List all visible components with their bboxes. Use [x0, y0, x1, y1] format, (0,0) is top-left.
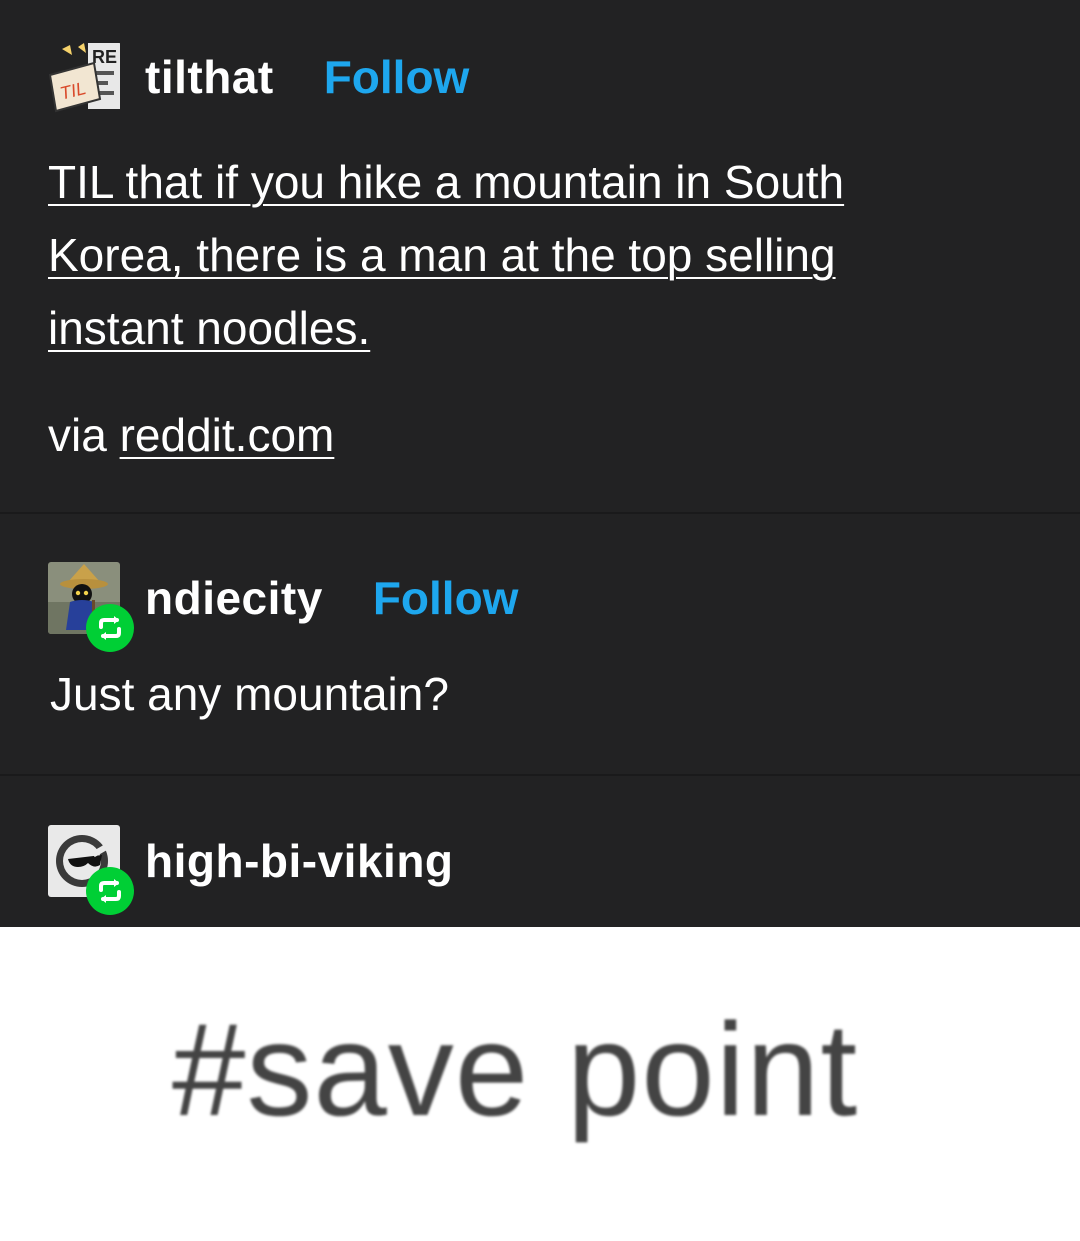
post-body: Just any mountain? [50, 668, 449, 720]
post-header: RE TIL tilthat Follow [48, 41, 469, 113]
avatar-container[interactable] [48, 825, 134, 915]
via-source: via reddit.com [48, 403, 334, 467]
avatar-container[interactable] [48, 562, 134, 652]
til-logo-avatar[interactable]: RE TIL [48, 41, 120, 113]
post-link-line[interactable]: instant noodles. [48, 302, 370, 354]
via-label: via [48, 409, 107, 461]
username[interactable]: ndiecity [145, 571, 323, 625]
reblog-icon [86, 867, 134, 915]
post-header: high-bi-viking [48, 825, 454, 915]
avatar-container[interactable]: RE TIL [48, 41, 120, 113]
post-tilthat: RE TIL tilthat Follow TIL that if you hi… [0, 0, 1080, 512]
post-link-line[interactable]: TIL that if you hike a mountain in South [48, 156, 844, 208]
follow-button[interactable]: Follow [373, 571, 519, 625]
svg-text:RE: RE [92, 47, 117, 67]
tag-image-text: #save point [172, 996, 859, 1143]
follow-button[interactable]: Follow [324, 50, 470, 104]
post-body: TIL that if you hike a mountain in South… [48, 146, 988, 365]
post-ndiecity: ndiecity Follow Just any mountain? [0, 514, 1080, 774]
source-link[interactable]: reddit.com [120, 409, 335, 461]
username[interactable]: high-bi-viking [145, 834, 454, 888]
post-header: ndiecity Follow [48, 562, 519, 652]
post-link-line[interactable]: Korea, there is a man at the top selling [48, 229, 836, 281]
username[interactable]: tilthat [145, 50, 274, 104]
reblog-icon [86, 604, 134, 652]
post-high-bi-viking: high-bi-viking [0, 776, 1080, 927]
